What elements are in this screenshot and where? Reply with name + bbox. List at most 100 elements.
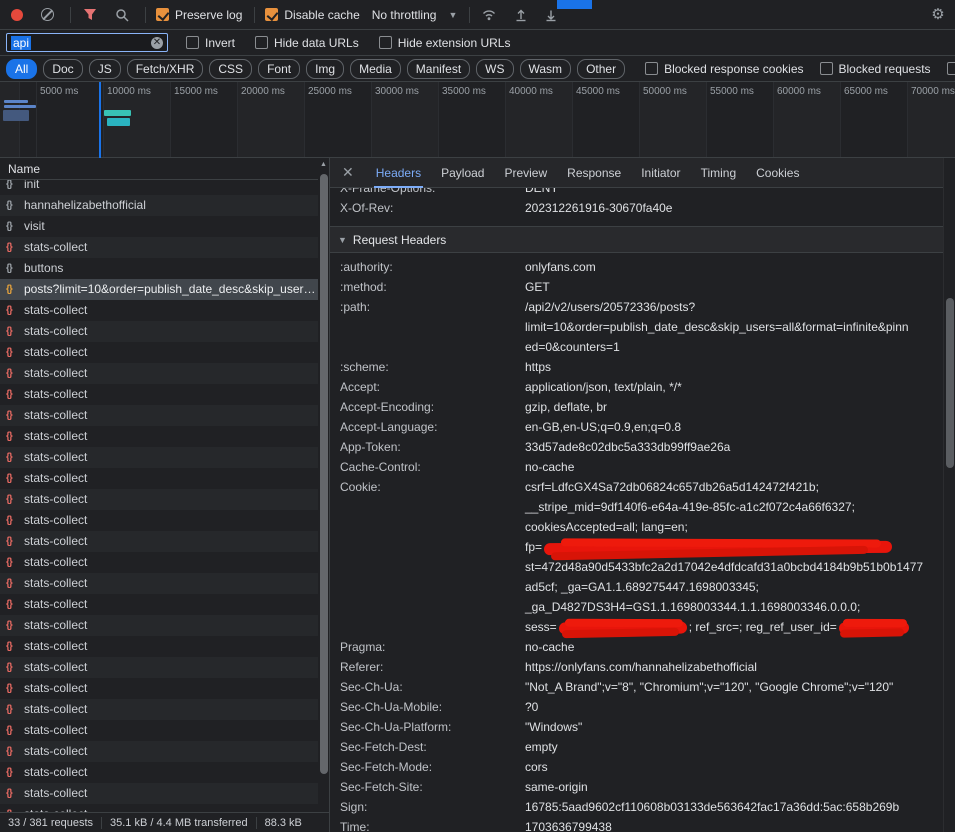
network-conditions-button[interactable]	[478, 4, 500, 26]
gear-icon: ⚙	[931, 7, 944, 22]
request-row[interactable]: {}stats-collect	[0, 678, 318, 699]
request-row[interactable]: {}visit	[0, 216, 318, 237]
type-pill-img[interactable]: Img	[306, 59, 344, 79]
type-pill-js[interactable]: JS	[89, 59, 121, 79]
request-row[interactable]: {}stats-collect	[0, 720, 318, 741]
hide-data-urls-label: Hide data URLs	[274, 36, 359, 50]
name-column-header[interactable]: Name	[0, 158, 330, 180]
request-row[interactable]: {}stats-collect	[0, 552, 318, 573]
close-icon[interactable]: ✕	[330, 164, 366, 181]
request-name: stats-collect	[24, 639, 87, 653]
request-row[interactable]: {}stats-collect	[0, 405, 318, 426]
hide-data-urls-checkbox[interactable]: Hide data URLs	[255, 36, 359, 50]
tab-payload[interactable]: Payload	[431, 158, 494, 188]
tab-preview[interactable]: Preview	[494, 158, 557, 188]
header-row: Cache-Control:no-cache	[330, 457, 943, 477]
checkbox-unchecked-icon	[255, 36, 268, 49]
request-row[interactable]: {}buttons	[0, 258, 318, 279]
tab-timing[interactable]: Timing	[691, 158, 747, 188]
disable-cache-label: Disable cache	[284, 8, 359, 22]
request-row[interactable]: {}stats-collect	[0, 657, 318, 678]
throttling-dropdown[interactable]: No throttling ▼	[372, 8, 458, 22]
disable-cache-checkbox[interactable]: Disable cache	[265, 8, 359, 22]
detail-scrollbar[interactable]	[943, 158, 955, 832]
tab-headers[interactable]: Headers	[366, 158, 431, 188]
cookie-fragment: ad5cf; _ga=GA1.1.689275447.1698003345;	[525, 580, 759, 594]
import-har-button[interactable]	[510, 4, 532, 26]
header-row: Sec-Fetch-Dest:empty	[330, 737, 943, 757]
request-row[interactable]: {}stats-collect	[0, 468, 318, 489]
devtools-network-panel: Preserve log Disable cache No throttling…	[0, 0, 955, 832]
tab-response[interactable]: Response	[557, 158, 631, 188]
clear-button[interactable]	[36, 4, 58, 26]
request-row[interactable]: {}stats-collect	[0, 447, 318, 468]
request-row[interactable]: {}stats-collect	[0, 594, 318, 615]
timeline-selection-marker	[99, 82, 101, 158]
blocked-response-cookies-checkbox[interactable]: Blocked response cookies	[645, 62, 803, 76]
request-row[interactable]: {}stats-collect	[0, 342, 318, 363]
scrollbar-thumb[interactable]	[320, 174, 328, 774]
request-row[interactable]: {}hannahelizabethofficial	[0, 195, 318, 216]
request-name: stats-collect	[24, 429, 87, 443]
header-value-line: /api2/v2/users/20572336/posts?	[525, 297, 913, 317]
record-button[interactable]	[6, 4, 28, 26]
type-pill-fetch-xhr[interactable]: Fetch/XHR	[127, 59, 204, 79]
cookie-fragment: st=472d48a90d5433bfc2a2d17042e4dfdcafd31…	[525, 560, 923, 574]
request-row[interactable]: {}stats-collect	[0, 531, 318, 552]
request-row[interactable]: {}stats-collect	[0, 615, 318, 636]
type-filter-row: All Doc JS Fetch/XHR CSS Font Img Media …	[0, 56, 955, 82]
request-headers-section-header[interactable]: ▼ Request Headers	[330, 226, 943, 253]
checkbox-unchecked-icon	[820, 62, 833, 75]
funnel-icon	[83, 8, 97, 21]
request-row[interactable]: {}stats-collect	[0, 363, 318, 384]
request-row[interactable]: {}stats-collect	[0, 510, 318, 531]
clear-filter-icon[interactable]: ✕	[151, 37, 163, 49]
request-row[interactable]: {}stats-collect	[0, 741, 318, 762]
request-row[interactable]: {}stats-collect	[0, 636, 318, 657]
request-row[interactable]: {}stats-collect	[0, 783, 318, 804]
scrollbar-thumb[interactable]	[946, 298, 954, 468]
header-row: App-Token:33d57ade8c02dbc5a333db99ff9ae2…	[330, 437, 943, 457]
request-row[interactable]: {}stats-collect	[0, 300, 318, 321]
type-pill-ws[interactable]: WS	[476, 59, 513, 79]
request-row[interactable]: {}stats-collect	[0, 762, 318, 783]
request-row[interactable]: {}stats-collect	[0, 321, 318, 342]
type-pill-other[interactable]: Other	[577, 59, 625, 79]
request-row[interactable]: {}stats-collect	[0, 573, 318, 594]
request-row[interactable]: {}stats-collect	[0, 237, 318, 258]
request-name: stats-collect	[24, 345, 87, 359]
hide-extension-urls-checkbox[interactable]: Hide extension URLs	[379, 36, 511, 50]
request-name: posts?limit=10&order=publish_date_desc&s…	[24, 282, 318, 296]
filter-input[interactable]: api ✕	[6, 33, 168, 52]
request-list-scrollbar[interactable]: ▲	[318, 158, 330, 812]
request-name: stats-collect	[24, 786, 87, 800]
time-tick: 55000 ms	[710, 86, 754, 97]
invert-checkbox[interactable]: Invert	[186, 36, 235, 50]
timeline-overview[interactable]: 5000 ms 10000 ms 15000 ms 20000 ms 25000…	[0, 82, 955, 158]
header-value-line: st=472d48a90d5433bfc2a2d17042e4dfdcafd31…	[525, 557, 923, 577]
request-row[interactable]: {}posts?limit=10&order=publish_date_desc…	[0, 279, 318, 300]
type-pill-doc[interactable]: Doc	[43, 59, 82, 79]
preserve-log-checkbox[interactable]: Preserve log	[156, 8, 242, 22]
request-row[interactable]: {}stats-collect	[0, 426, 318, 447]
blue-accent-bar	[557, 0, 592, 9]
request-row[interactable]: {}stats-collect	[0, 489, 318, 510]
type-pill-css[interactable]: CSS	[209, 59, 252, 79]
type-pill-all[interactable]: All	[6, 59, 37, 79]
filter-button[interactable]	[79, 4, 101, 26]
search-button[interactable]	[111, 4, 133, 26]
type-pill-media[interactable]: Media	[350, 59, 401, 79]
tab-cookies[interactable]: Cookies	[746, 158, 809, 188]
time-tick: 30000 ms	[375, 86, 419, 97]
header-row: Accept-Encoding:gzip, deflate, br	[330, 397, 943, 417]
type-pill-manifest[interactable]: Manifest	[407, 59, 470, 79]
checkbox-checked-icon	[265, 8, 278, 21]
settings-button[interactable]: ⚙	[927, 4, 949, 26]
third-party-requests-checkbox[interactable]: 3rd-party requests	[947, 62, 955, 76]
request-row[interactable]: {}stats-collect	[0, 699, 318, 720]
tab-initiator[interactable]: Initiator	[631, 158, 690, 188]
blocked-requests-checkbox[interactable]: Blocked requests	[820, 62, 931, 76]
type-pill-wasm[interactable]: Wasm	[520, 59, 572, 79]
type-pill-font[interactable]: Font	[258, 59, 300, 79]
request-row[interactable]: {}stats-collect	[0, 384, 318, 405]
